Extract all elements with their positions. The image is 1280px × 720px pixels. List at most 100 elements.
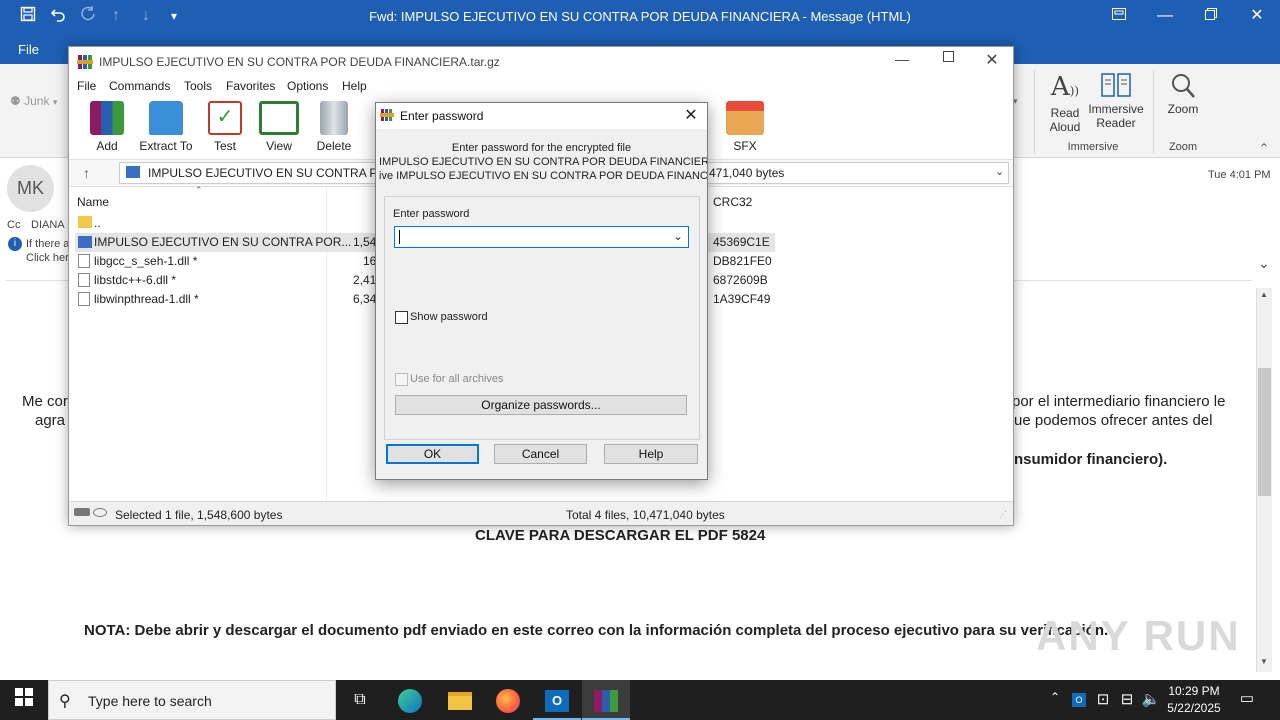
path-dropdown-icon[interactable]: ⌄ [995, 165, 1004, 178]
up-folder-icon[interactable]: ↑ [83, 165, 90, 181]
start-icon[interactable] [0, 680, 48, 720]
resize-grip[interactable]: ⋰ [999, 510, 1007, 519]
info-icon: i [8, 237, 22, 251]
junk-button[interactable]: ⚉ Junk ▾ [10, 94, 57, 108]
menu-favorites[interactable]: Favorites [226, 79, 275, 93]
test-icon: ✓ [208, 101, 242, 135]
minimize-icon[interactable]: — [1142, 5, 1188, 27]
add-button[interactable]: Add [77, 101, 137, 153]
body-fragment-right-1: por el intermediario financiero le [1012, 393, 1226, 410]
immersive-reader-icon [1088, 72, 1144, 102]
menu-help[interactable]: Help [342, 79, 367, 93]
ok-button[interactable]: OK [386, 444, 479, 464]
path-text: IMPULSO EJECUTIVO EN SU CONTRA POR [148, 166, 396, 180]
status-selected: Selected 1 file, 1,548,600 bytes [115, 508, 283, 522]
extract-to-button[interactable]: Extract To [136, 101, 196, 153]
immersive-reader-button[interactable]: Immersive Reader [1088, 72, 1144, 130]
read-aloud-button[interactable]: A)) Read Aloud [1042, 72, 1088, 134]
winrar-close-icon[interactable]: ✕ [975, 50, 1009, 70]
outlook-tray-icon[interactable]: O [1068, 690, 1090, 707]
zoom-button[interactable]: Zoom [1158, 72, 1208, 116]
cc-value[interactable]: DIANA [31, 219, 65, 231]
body-fragment-left-2: agra [35, 412, 66, 429]
file-name: libgcc_s_seh-1.dll * [94, 254, 198, 268]
body-fragment-right-2: ue podemos ofrecer antes del [1014, 412, 1213, 429]
winrar-title-bar: IMPULSO EJECUTIVO EN SU CONTRA POR DEUDA… [69, 47, 1013, 77]
file-crc: 6872609B [713, 273, 768, 287]
volume-icon[interactable]: 🔈 [1140, 690, 1162, 708]
junk-icon: ⚉ [10, 94, 21, 108]
ribbon-divider [1153, 70, 1154, 154]
menu-tools[interactable]: Tools [184, 79, 212, 93]
show-password-checkbox[interactable] [395, 311, 408, 324]
taskbar-search[interactable]: ⚲ Type here to search [48, 680, 336, 720]
info-line-2[interactable]: Click her [26, 252, 69, 264]
expand-header-icon[interactable]: ⌄ [1258, 255, 1270, 272]
winrar-minimize-icon[interactable]: — [885, 51, 919, 67]
read-aloud-label-2: Aloud [1049, 120, 1081, 134]
organize-passwords-button[interactable]: Organize passwords... [395, 395, 687, 415]
avatar: MK [7, 165, 54, 212]
use-for-all-checkbox [395, 373, 408, 386]
menu-file[interactable]: File [77, 79, 96, 93]
maximize-icon[interactable] [1188, 5, 1234, 27]
zoom-label: Zoom [1167, 102, 1199, 116]
key-icon [93, 508, 107, 517]
sfx-button[interactable]: SFX [715, 101, 775, 153]
cancel-button[interactable]: Cancel [494, 444, 587, 464]
window-title: Fwd: IMPULSO EJECUTIVO EN SU CONTRA POR … [369, 9, 911, 24]
delete-label: Delete [316, 139, 352, 153]
file-tab[interactable]: File [10, 40, 47, 59]
outlook-taskbar-icon[interactable]: O [533, 680, 581, 720]
sfx-icon [726, 101, 764, 135]
password-input[interactable]: ⌄ [394, 226, 689, 248]
scroll-thumb[interactable] [1258, 368, 1271, 496]
clock-date[interactable]: 5/22/2025 [1162, 701, 1226, 715]
clock-time[interactable]: 10:29 PM [1162, 684, 1226, 698]
file-crc: DB821FE0 [713, 254, 772, 268]
zoom-icon [1158, 72, 1208, 102]
show-hidden-icons-icon[interactable]: ⌃ [1044, 690, 1066, 704]
task-view-icon[interactable]: ⧉ [336, 680, 384, 720]
view-label: View [266, 139, 292, 153]
ribbon-display-options-icon[interactable] [1096, 5, 1142, 27]
file-size: 1,54 [353, 235, 377, 249]
scroll-up-icon[interactable]: ▲ [1257, 290, 1271, 299]
dll-icon [78, 254, 90, 268]
firefox-icon[interactable] [484, 680, 532, 720]
column-header-crc[interactable]: CRC32 [713, 195, 752, 209]
file-name: IMPULSO EJECUTIVO EN SU CONTRA POR... [94, 235, 352, 249]
dialog-close-icon[interactable]: ✕ [676, 105, 706, 125]
ribbon-divider [1034, 70, 1035, 154]
notifications-icon[interactable]: ▭ [1236, 689, 1258, 707]
menu-options[interactable]: Options [287, 79, 328, 93]
file-size: 6,34 [353, 292, 377, 306]
menu-commands[interactable]: Commands [109, 79, 170, 93]
network-icon[interactable]: ⊟ [1116, 690, 1138, 708]
scroll-down-icon[interactable]: ▼ [1257, 657, 1271, 666]
collapse-ribbon-icon[interactable]: ⌃ [1259, 141, 1269, 155]
winrar-taskbar-icon[interactable] [582, 680, 630, 720]
status-total: Total 4 files, 10,471,040 bytes [566, 508, 725, 522]
edge-icon[interactable] [386, 680, 434, 720]
winrar-menu-bar: File Commands Tools Favorites Options He… [69, 77, 1013, 97]
column-header-name[interactable]: Name [77, 195, 109, 209]
winrar-maximize-icon[interactable] [931, 51, 965, 65]
dialog-info-2: IMPULSO EJECUTIVO EN SU CONTRA POR DEUDA… [379, 156, 707, 168]
test-label: Test [213, 139, 236, 153]
file-explorer-icon[interactable] [436, 680, 484, 720]
device-icon[interactable]: ⊡ [1092, 690, 1114, 708]
show-password-label[interactable]: Show password [410, 311, 488, 323]
password-history-dropdown-icon[interactable]: ⌄ [673, 229, 683, 243]
help-button[interactable]: Help [604, 444, 698, 464]
dll-icon [78, 292, 90, 306]
extract-to-label: Extract To [139, 139, 193, 153]
file-crc: 1A39CF49 [713, 292, 771, 306]
close-icon[interactable]: ✕ [1234, 5, 1280, 27]
delete-button[interactable]: Delete [304, 101, 364, 153]
read-aloud-icon: A)) [1050, 72, 1080, 102]
test-button[interactable]: ✓ Test [195, 101, 255, 153]
folder-icon [149, 101, 183, 135]
password-label: Enter password [393, 208, 470, 220]
view-button[interactable]: View [249, 101, 309, 153]
